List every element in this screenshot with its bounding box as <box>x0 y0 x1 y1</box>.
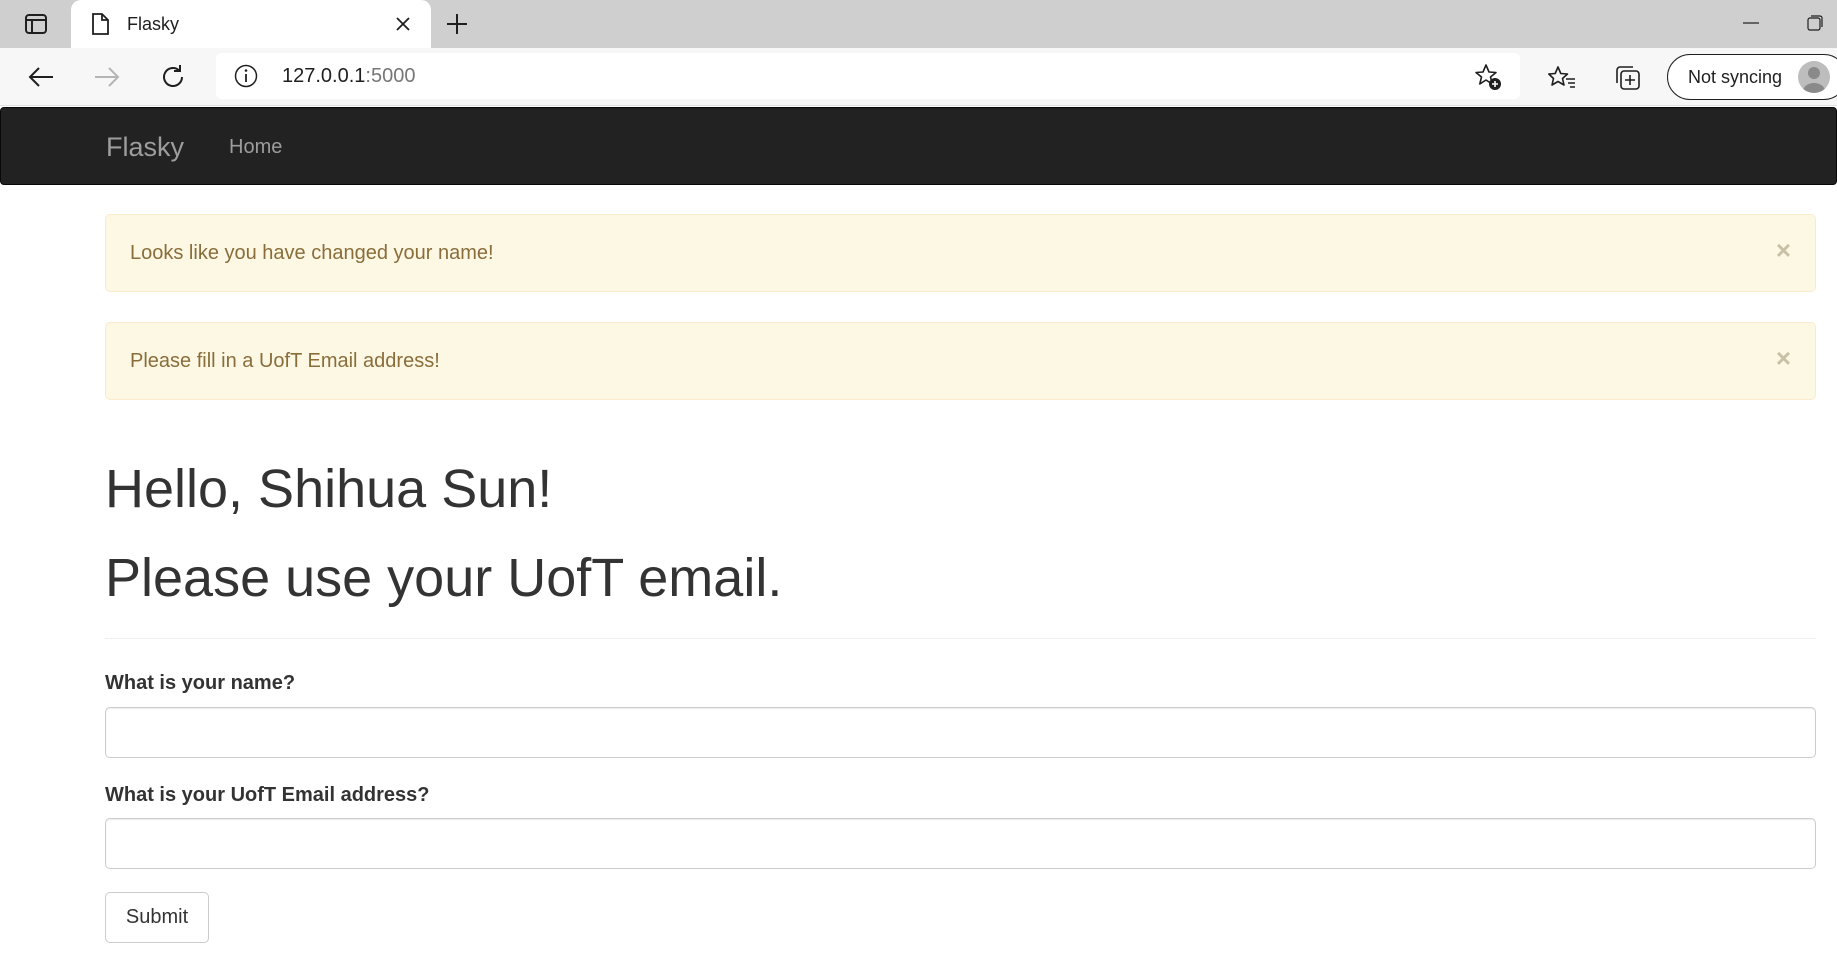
navbar-brand[interactable]: Flasky <box>106 132 184 163</box>
close-icon <box>396 17 410 31</box>
back-button[interactable] <box>22 58 60 96</box>
tab-title: Flasky <box>127 14 180 34</box>
restore-icon <box>1807 15 1823 31</box>
url-port: :5000 <box>365 65 416 87</box>
browser-toolbar: 127.0.0.1:5000 Not syncing <box>0 48 1837 106</box>
tab-actions-button[interactable] <box>16 10 56 38</box>
back-arrow-icon <box>28 67 53 87</box>
name-input[interactable] <box>105 707 1816 758</box>
collections-button[interactable] <box>1610 60 1646 96</box>
nav-link-home[interactable]: Home <box>229 136 282 159</box>
greeting-heading: Hello, Shihua Sun! <box>105 459 553 519</box>
forward-arrow-icon <box>95 67 120 87</box>
sync-status-label: Not syncing <box>1688 67 1783 87</box>
url-host: 127.0.0.1 <box>282 65 366 87</box>
divider <box>105 638 1816 639</box>
tab-strip: Flasky <box>0 0 1837 48</box>
alert-close-button[interactable]: × <box>1776 345 1791 371</box>
address-bar[interactable]: 127.0.0.1:5000 <box>216 53 1520 99</box>
name-field-label: What is your name? <box>105 672 296 694</box>
alert-close-button[interactable]: × <box>1776 237 1791 263</box>
new-tab-button[interactable] <box>440 8 474 40</box>
add-favorite-icon[interactable] <box>1474 63 1502 96</box>
flash-alert: Please fill in a UofT Email address! × <box>105 322 1816 400</box>
favorites-icon <box>1548 66 1575 88</box>
close-tab-button[interactable] <box>392 13 414 35</box>
site-navbar: Flasky Home <box>0 107 1837 185</box>
plus-icon <box>447 14 467 34</box>
forward-button[interactable] <box>88 58 126 96</box>
collections-icon <box>1616 66 1640 90</box>
restore-button[interactable] <box>1800 10 1830 36</box>
flash-alert: Looks like you have changed your name! × <box>105 214 1816 292</box>
profile-avatar-icon <box>1798 61 1830 93</box>
email-input[interactable] <box>105 818 1816 869</box>
alert-message: Looks like you have changed your name! <box>130 242 494 264</box>
page-icon <box>91 13 109 40</box>
refresh-button[interactable] <box>154 58 192 96</box>
email-field-label: What is your UofT Email address? <box>105 784 430 806</box>
minimize-icon <box>1743 22 1759 24</box>
refresh-icon <box>163 65 183 87</box>
browser-tab[interactable]: Flasky <box>71 0 431 48</box>
tab-actions-icon <box>25 14 47 34</box>
submit-button[interactable]: Submit <box>105 892 209 943</box>
minimize-button[interactable] <box>1736 10 1766 36</box>
url-text: 127.0.0.1:5000 <box>282 65 415 88</box>
info-icon[interactable] <box>234 64 258 93</box>
profile-sync-button[interactable]: Not syncing <box>1667 54 1837 100</box>
favorites-button[interactable] <box>1544 60 1580 96</box>
alert-message: Please fill in a UofT Email address! <box>130 350 440 372</box>
email-notice-heading: Please use your UofT email. <box>105 548 783 608</box>
